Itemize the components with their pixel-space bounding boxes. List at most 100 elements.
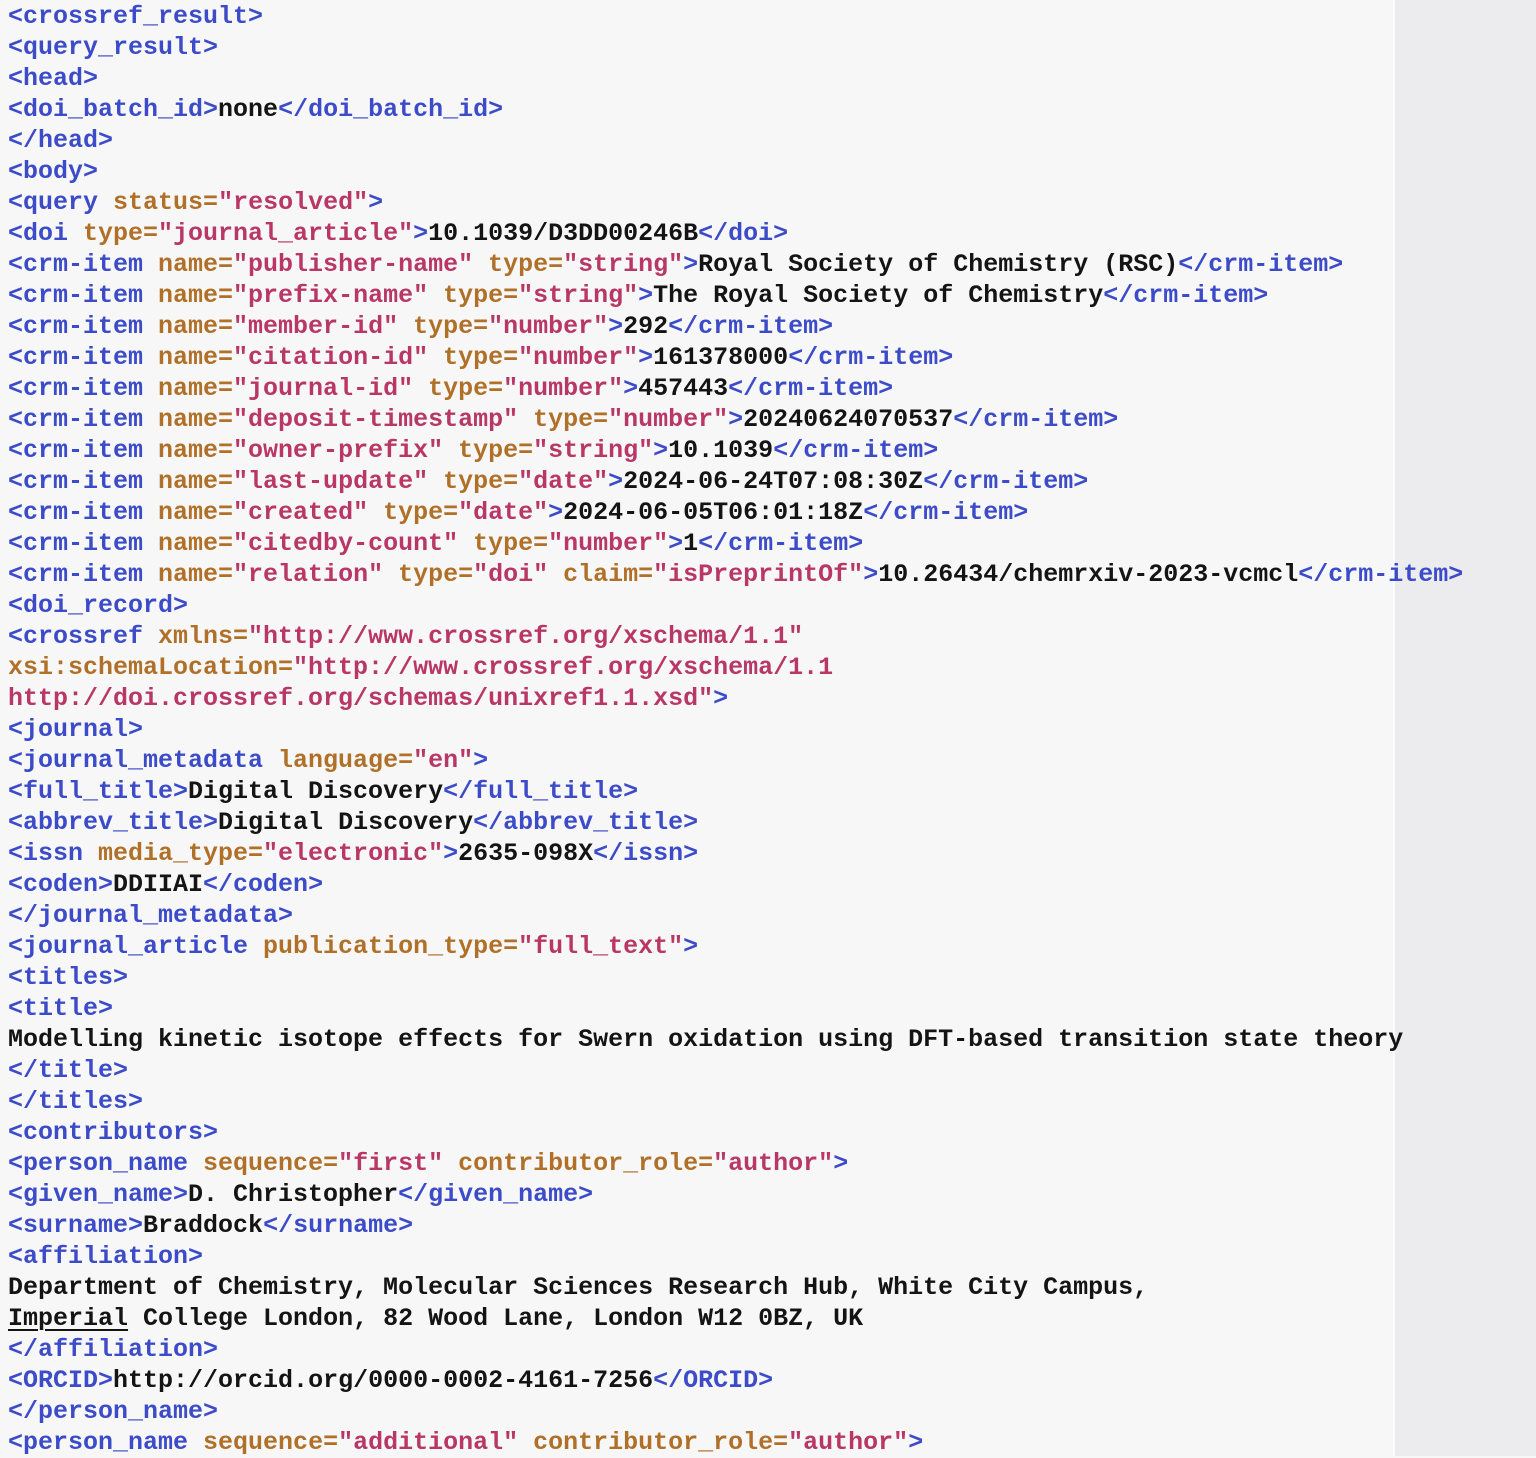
xml-attribute-value: "relation": [233, 560, 383, 589]
xml-attribute-value: "journal_article": [158, 219, 413, 248]
xml-tag: >: [683, 932, 698, 961]
xml-text-content: 2024-06-05T06:01:18Z: [563, 498, 863, 527]
xml-attribute-name: contributor_role=: [443, 1149, 713, 1178]
xml-text-content-underlined: Imperial: [8, 1304, 128, 1333]
xml-tag: >: [638, 281, 653, 310]
xml-tag: </affiliation>: [8, 1335, 218, 1364]
xml-line: <given_name>D. Christopher</given_name>: [8, 1179, 1463, 1210]
xml-text-content: 10.1039: [668, 436, 773, 465]
xml-attribute-value: "date": [518, 467, 608, 496]
xml-attribute-value: "number": [503, 374, 623, 403]
xml-attribute-name: sequence=: [203, 1149, 338, 1178]
xml-text-content: Modelling kinetic isotope effects for Sw…: [8, 1025, 1403, 1054]
xml-line: <body>: [8, 156, 1463, 187]
xml-attribute-name: name=: [158, 529, 233, 558]
xml-tag: <journal_metadata: [8, 746, 278, 775]
xml-tag: <coden>: [8, 870, 113, 899]
xml-text-content: 10.26434/chemrxiv-2023-vcmcl: [878, 560, 1298, 589]
xml-attribute-value: "date": [458, 498, 548, 527]
xml-attribute-value: "prefix-name": [233, 281, 428, 310]
xml-tag: <crossref_result>: [8, 2, 263, 31]
xml-line: <query_result>: [8, 32, 1463, 63]
xml-line: Imperial College London, 82 Wood Lane, L…: [8, 1303, 1463, 1334]
xml-attribute-value: "number": [518, 343, 638, 372]
xml-attribute-name: type=: [518, 405, 608, 434]
xml-line: </affiliation>: [8, 1334, 1463, 1365]
xml-attribute-value: "author": [788, 1428, 908, 1457]
xml-text-content: none: [218, 95, 278, 124]
xml-text-content: 457443: [638, 374, 728, 403]
xml-tag: >: [728, 405, 743, 434]
xml-line: <person_name sequence="additional" contr…: [8, 1427, 1463, 1458]
xml-attribute-value: "created": [233, 498, 368, 527]
xml-text-content: 2635-098X: [458, 839, 593, 868]
xml-attribute-name: type=: [398, 312, 488, 341]
xml-tag: <abbrev_title>: [8, 808, 218, 837]
xml-tag: <contributors>: [8, 1118, 218, 1147]
xml-tag: >: [548, 498, 563, 527]
xml-line: <query status="resolved">: [8, 187, 1463, 218]
xml-attribute-value: "full_text": [518, 932, 683, 961]
xml-attribute-value: "first": [338, 1149, 443, 1178]
xml-text-content: DDIIAI: [113, 870, 203, 899]
xml-tag: </titles>: [8, 1087, 143, 1116]
xml-tag: >: [638, 343, 653, 372]
xml-attribute-name: xmlns=: [158, 622, 248, 651]
xml-text-content: 10.1039/D3DD00246B: [428, 219, 698, 248]
xml-tag: </given_name>: [398, 1180, 593, 1209]
xml-text-content: The Royal Society of Chemistry: [653, 281, 1103, 310]
xml-tag: <body>: [8, 157, 98, 186]
xml-tag: >: [623, 374, 638, 403]
xml-attribute-value: "number": [548, 529, 668, 558]
xml-text-content: 161378000: [653, 343, 788, 372]
xml-tag: </crm-item>: [698, 529, 863, 558]
xml-tag: <crm-item: [8, 374, 158, 403]
xml-attribute-value: "http://www.crossref.org/xschema/1.1: [293, 653, 833, 682]
xml-source-view: <crossref_result><query_result><head><do…: [8, 1, 1463, 1458]
xml-line: <crm-item name="prefix-name" type="strin…: [8, 280, 1463, 311]
xml-attribute-name: name=: [158, 343, 233, 372]
xml-tag: </journal_metadata>: [8, 901, 293, 930]
xml-tag: </person_name>: [8, 1397, 218, 1426]
xml-attribute-value: "number": [488, 312, 608, 341]
xml-line: <crossref_result>: [8, 1, 1463, 32]
xml-tag: <crm-item: [8, 312, 158, 341]
xml-tag: </crm-item>: [1298, 560, 1463, 589]
xml-tag: <affiliation>: [8, 1242, 203, 1271]
xml-line: http://doi.crossref.org/schemas/unixref1…: [8, 683, 1463, 714]
xml-tag: >: [908, 1428, 923, 1457]
xml-text-content: http://orcid.org/0000-0002-4161-7256: [113, 1366, 653, 1395]
xml-tag: <person_name: [8, 1428, 203, 1457]
xml-text-content: 2024-06-24T07:08:30Z: [623, 467, 923, 496]
xml-line: <contributors>: [8, 1117, 1463, 1148]
xml-attribute-name: type=: [383, 560, 473, 589]
xml-attribute-name: publication_type=: [263, 932, 518, 961]
xml-attribute-name: xsi:schemaLocation=: [8, 653, 293, 682]
xml-text-content: Digital Discovery: [188, 777, 443, 806]
xml-attribute-name: type=: [428, 467, 518, 496]
xml-line: <crm-item name="owner-prefix" type="stri…: [8, 435, 1463, 466]
xml-attribute-value: "citedby-count": [233, 529, 458, 558]
xml-line: Modelling kinetic isotope effects for Sw…: [8, 1024, 1463, 1055]
xml-attribute-name: name=: [158, 281, 233, 310]
xml-attribute-name: name=: [158, 250, 233, 279]
xml-attribute-name: claim=: [548, 560, 653, 589]
xml-tag: </head>: [8, 126, 113, 155]
xml-tag: >: [473, 746, 488, 775]
xml-attribute-value: "journal-id": [233, 374, 413, 403]
xml-tag: <crm-item: [8, 281, 158, 310]
xml-attribute-value: "last-update": [233, 467, 428, 496]
xml-line: <journal_metadata language="en">: [8, 745, 1463, 776]
xml-tag: <doi: [8, 219, 83, 248]
xml-attribute-name: type=: [413, 374, 503, 403]
xml-tag: >: [368, 188, 383, 217]
xml-attribute-value: "owner-prefix": [233, 436, 443, 465]
xml-line: <doi_record>: [8, 590, 1463, 621]
xml-tag: <crm-item: [8, 560, 158, 589]
xml-attribute-value: "http://www.crossref.org/xschema/1.1": [248, 622, 803, 651]
xml-text-content: D. Christopher: [188, 1180, 398, 1209]
xml-line: <person_name sequence="first" contributo…: [8, 1148, 1463, 1179]
xml-tag: </crm-item>: [773, 436, 938, 465]
xml-attribute-name: name=: [158, 560, 233, 589]
xml-tag: <issn: [8, 839, 98, 868]
